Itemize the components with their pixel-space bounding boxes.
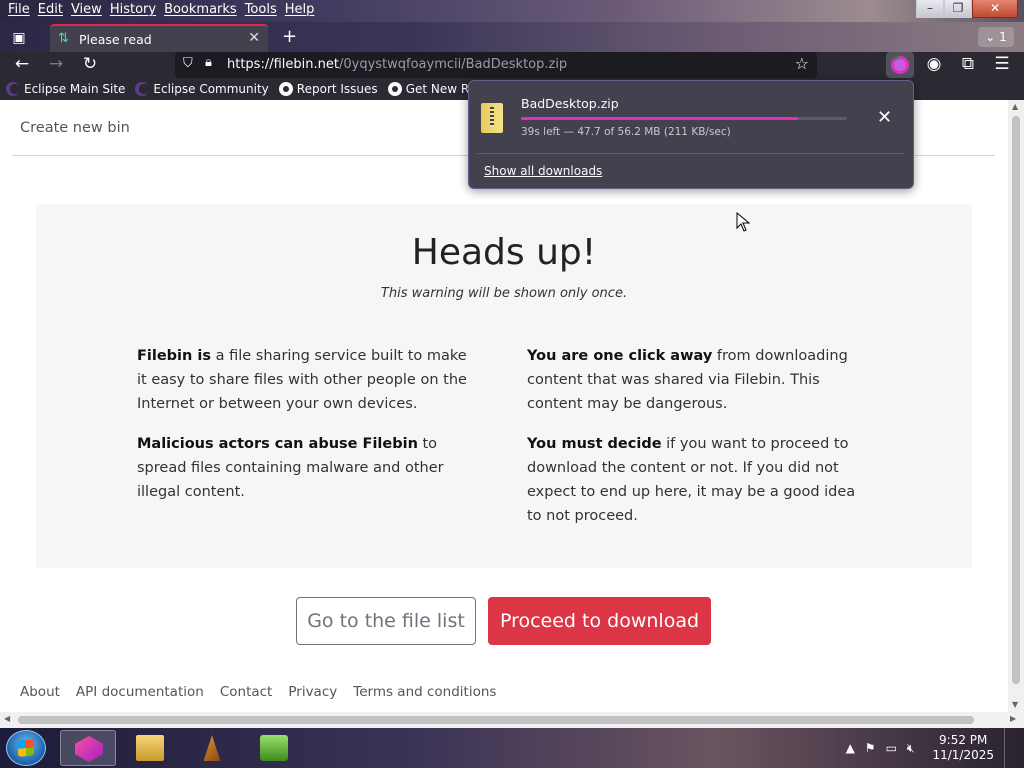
bookmark-star-icon[interactable]: ☆: [795, 54, 809, 73]
url-text[interactable]: https://filebin.net/0yqystwqfoaymcii/Bad…: [227, 57, 567, 72]
create-new-bin-link[interactable]: Create new bin: [20, 120, 130, 136]
maximize-button[interactable]: ❐: [944, 0, 972, 18]
firefox-view-icon[interactable]: ▣: [6, 26, 32, 50]
scroll-right-icon[interactable]: ▶: [1010, 714, 1016, 723]
tab-title: Please read: [79, 32, 152, 47]
malicious-actors-warning: Malicious actors can abuse Filebin to sp…: [137, 436, 444, 500]
scroll-left-icon[interactable]: ◀: [4, 714, 10, 723]
start-button[interactable]: [6, 730, 46, 766]
info-column-right: You are one click away from downloading …: [527, 344, 867, 544]
notepad-plus-plus-icon: [260, 735, 288, 761]
url-bar[interactable]: ⛉ 🔒︎ https://filebin.net/0yqystwqfoaymci…: [175, 52, 817, 78]
taskbar-file-explorer[interactable]: [122, 730, 178, 766]
scroll-down-icon[interactable]: ▼: [1012, 700, 1018, 709]
bookmark-eclipse-community[interactable]: Eclipse Community: [135, 82, 269, 96]
footer-link-terms[interactable]: Terms and conditions: [353, 684, 496, 700]
menu-edit[interactable]: Edit: [34, 2, 67, 17]
downloads-panel: BadDesktop.zip 39s left — 47.7 of 56.2 M…: [468, 80, 914, 189]
footer-link-about[interactable]: About: [20, 684, 60, 700]
footer-links: About API documentation Contact Privacy …: [20, 684, 496, 700]
menu-file[interactable]: File: [4, 2, 34, 17]
show-all-downloads-link[interactable]: Show all downloads: [484, 164, 602, 178]
footer-link-contact[interactable]: Contact: [220, 684, 273, 700]
eclipse-icon: [6, 82, 20, 96]
horizontal-scrollbar[interactable]: ◀ ▶: [0, 712, 1024, 728]
menu-view[interactable]: View: [67, 2, 106, 17]
download-status: 39s left — 47.7 of 56.2 MB (211 KB/sec): [521, 126, 731, 138]
cancel-download-icon[interactable]: ✕: [877, 107, 892, 128]
page-content: Create new bin Heads up! This warning wi…: [0, 100, 1008, 712]
menu-help[interactable]: Help: [281, 2, 319, 17]
taskbar-firefox[interactable]: [60, 730, 116, 766]
bookmark-eclipse-main-site[interactable]: Eclipse Main Site: [6, 82, 125, 96]
filebin-description: Filebin is a file sharing service built …: [137, 348, 467, 412]
mouse-cursor-icon: [736, 211, 751, 236]
network-icon[interactable]: ▭: [886, 741, 897, 755]
hamburger-menu-icon[interactable]: ☰: [990, 54, 1014, 74]
navigation-bar: ← → ↻ ⛉ 🔒︎ https://filebin.net/0yqystwqf…: [0, 52, 1024, 78]
footer-link-privacy[interactable]: Privacy: [288, 684, 337, 700]
minimize-button[interactable]: –: [916, 0, 944, 18]
bookmark-report-issues[interactable]: Report Issues: [278, 82, 378, 96]
taskbar-vlc[interactable]: [184, 730, 240, 766]
you-must-decide-warning: You must decide if you want to proceed t…: [527, 436, 856, 524]
account-icon[interactable]: ◉: [922, 54, 946, 74]
eclipse-icon: [135, 82, 150, 96]
system-tray: ▲ ⚑ ▭ 🔇︎ 9:52 PM 11/1/2025: [846, 728, 1024, 768]
new-tab-icon[interactable]: +: [282, 26, 297, 47]
action-center-flag-icon[interactable]: ⚑: [865, 741, 876, 755]
reload-icon[interactable]: ↻: [78, 54, 102, 74]
forward-arrow-icon[interactable]: →: [44, 54, 68, 74]
info-column-left: Filebin is a file sharing service built …: [137, 344, 477, 520]
page-title: Heads up!: [411, 232, 597, 273]
scroll-up-icon[interactable]: ▲: [1012, 102, 1018, 111]
taskbar: ▲ ⚑ ▭ 🔇︎ 9:52 PM 11/1/2025: [0, 728, 1024, 768]
vlc-icon: [203, 735, 221, 761]
download-filename[interactable]: BadDesktop.zip: [521, 96, 619, 111]
github-icon: [278, 82, 293, 96]
filebin-favicon-icon: ⇅: [58, 31, 69, 46]
github-icon: [387, 82, 402, 96]
file-explorer-icon: [136, 735, 164, 761]
vertical-scroll-thumb[interactable]: [1012, 116, 1020, 684]
list-all-tabs-button[interactable]: ⌄ 1: [978, 27, 1014, 47]
proceed-to-download-button[interactable]: Proceed to download: [488, 597, 711, 645]
footer-link-api-documentation[interactable]: API documentation: [76, 684, 204, 700]
menu-history[interactable]: History: [106, 2, 160, 17]
zip-file-icon: [481, 103, 503, 133]
tracking-shield-icon[interactable]: ⛉: [183, 56, 193, 71]
close-window-button[interactable]: ✕: [972, 0, 1018, 18]
horizontal-scroll-thumb[interactable]: [18, 716, 974, 724]
downloads-progress-button[interactable]: [886, 52, 914, 78]
download-progress-ring-icon: [891, 56, 909, 74]
show-desktop-button[interactable]: [1004, 728, 1016, 768]
menu-bar: File Edit View History Bookmarks Tools H…: [0, 0, 1024, 22]
download-progress-bar: [521, 117, 847, 120]
extensions-icon[interactable]: ⧉: [956, 54, 980, 74]
one-click-away-warning: You are one click away from downloading …: [527, 348, 848, 412]
clock[interactable]: 9:52 PM 11/1/2025: [932, 733, 994, 763]
menu-tools[interactable]: Tools: [241, 2, 281, 17]
close-tab-icon[interactable]: ✕: [248, 30, 260, 46]
firefox-icon: [75, 736, 103, 762]
divider: [477, 153, 905, 154]
tab-please-read[interactable]: ⇅ Please read ✕: [50, 24, 268, 52]
menu-bookmarks[interactable]: Bookmarks: [160, 2, 241, 17]
taskbar-notepad-plus-plus[interactable]: [246, 730, 302, 766]
volume-muted-icon[interactable]: 🔇︎: [907, 741, 915, 756]
download-progress-fill: [521, 117, 798, 120]
tab-strip: ▣ ⇅ Please read ✕ + ⌄ 1: [0, 22, 1024, 52]
show-hidden-icons-icon[interactable]: ▲: [846, 741, 855, 755]
lock-icon[interactable]: 🔒︎: [205, 55, 212, 70]
page-subtitle: This warning will be shown only once.: [380, 286, 628, 301]
back-arrow-icon[interactable]: ←: [10, 54, 34, 74]
warning-panel: Heads up! This warning will be shown onl…: [36, 204, 972, 568]
go-to-file-list-button[interactable]: Go to the file list: [296, 597, 476, 645]
vertical-scrollbar[interactable]: ▲ ▼: [1008, 100, 1024, 712]
